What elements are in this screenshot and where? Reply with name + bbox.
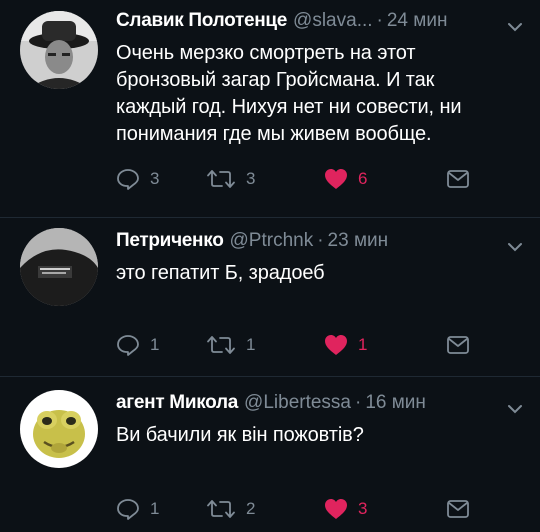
avatar-image <box>20 11 98 89</box>
timestamp[interactable]: 24 мин <box>387 10 448 32</box>
avatar[interactable] <box>20 228 98 306</box>
chevron-down-icon[interactable] <box>506 238 524 256</box>
separator: · <box>376 10 383 31</box>
reply-icon <box>117 499 139 520</box>
like-button[interactable]: 1 <box>324 334 446 356</box>
reply-count: 3 <box>150 169 160 188</box>
like-count: 3 <box>358 499 368 518</box>
reply-button[interactable]: 1 <box>116 334 206 356</box>
timestamp[interactable]: 23 мин <box>328 230 389 252</box>
heart-icon <box>325 499 347 519</box>
retweet-count: 1 <box>246 335 256 354</box>
display-name[interactable]: агент Микола <box>116 392 238 414</box>
chevron-down-icon[interactable] <box>506 400 524 418</box>
divider <box>0 376 540 377</box>
avatar-image <box>20 228 98 306</box>
envelope-icon <box>447 500 469 518</box>
like-button[interactable]: 3 <box>324 498 446 520</box>
display-name[interactable]: Славик Полотенце <box>116 10 287 32</box>
user-handle[interactable]: @slava... <box>293 10 372 32</box>
tweet-content: агент Микола @Libertessa · 16 мин Ви бач… <box>116 392 500 449</box>
like-count: 6 <box>358 169 368 188</box>
user-handle[interactable]: @Ptrchnk <box>230 230 314 252</box>
retweet-button[interactable]: 3 <box>206 168 324 190</box>
retweet-count: 3 <box>246 169 256 188</box>
reply-icon <box>117 335 139 356</box>
retweet-icon <box>207 500 235 518</box>
tweet-content: Славик Полотенце @slava... · 24 мин Очен… <box>116 10 500 148</box>
reply-icon <box>117 169 139 190</box>
tweet-header: Славик Полотенце @slava... · 24 мин <box>116 10 500 38</box>
chevron-down-icon[interactable] <box>506 18 524 36</box>
tweet-content: Петриченко @Ptrchnk · 23 мин это гепатит… <box>116 230 500 287</box>
retweet-button[interactable]: 2 <box>206 498 324 520</box>
tweet-actions: 1 2 3 <box>116 498 470 520</box>
tweet-header: агент Микола @Libertessa · 16 мин <box>116 392 500 420</box>
retweet-icon <box>207 336 235 354</box>
envelope-icon <box>447 170 469 188</box>
timestamp[interactable]: 16 мин <box>365 392 426 414</box>
separator: · <box>317 230 324 251</box>
retweet-icon <box>207 170 235 188</box>
reply-button[interactable]: 3 <box>116 168 206 190</box>
divider <box>0 217 540 218</box>
tweet-text: это гепатит Б, зрадоеб <box>116 262 325 284</box>
user-handle[interactable]: @Libertessa <box>244 392 351 414</box>
avatar-image <box>20 390 98 468</box>
tweet-text: Ви бачили як він пожовтів? <box>116 424 364 446</box>
reply-button[interactable]: 1 <box>116 498 206 520</box>
heart-icon <box>325 169 347 189</box>
tweet-thread: Славик Полотенце @slava... · 24 мин Очен… <box>0 0 540 532</box>
display-name[interactable]: Петриченко <box>116 230 224 252</box>
reply-count: 1 <box>150 335 160 354</box>
direct-message-button[interactable] <box>446 499 470 519</box>
tweet-actions: 1 1 1 <box>116 334 470 356</box>
tweet-text: Очень мерзко смортреть на этот бронзовый… <box>116 42 462 145</box>
tweet-header: Петриченко @Ptrchnk · 23 мин <box>116 230 500 258</box>
retweet-button[interactable]: 1 <box>206 334 324 356</box>
envelope-icon <box>447 336 469 354</box>
avatar[interactable] <box>20 390 98 468</box>
reply-count: 1 <box>150 499 160 518</box>
separator: · <box>355 392 362 413</box>
direct-message-button[interactable] <box>446 169 470 189</box>
like-count: 1 <box>358 335 368 354</box>
tweet-actions: 3 3 6 <box>116 168 470 190</box>
direct-message-button[interactable] <box>446 335 470 355</box>
retweet-count: 2 <box>246 499 256 518</box>
avatar[interactable] <box>20 11 98 89</box>
like-button[interactable]: 6 <box>324 168 446 190</box>
heart-icon <box>325 335 347 355</box>
